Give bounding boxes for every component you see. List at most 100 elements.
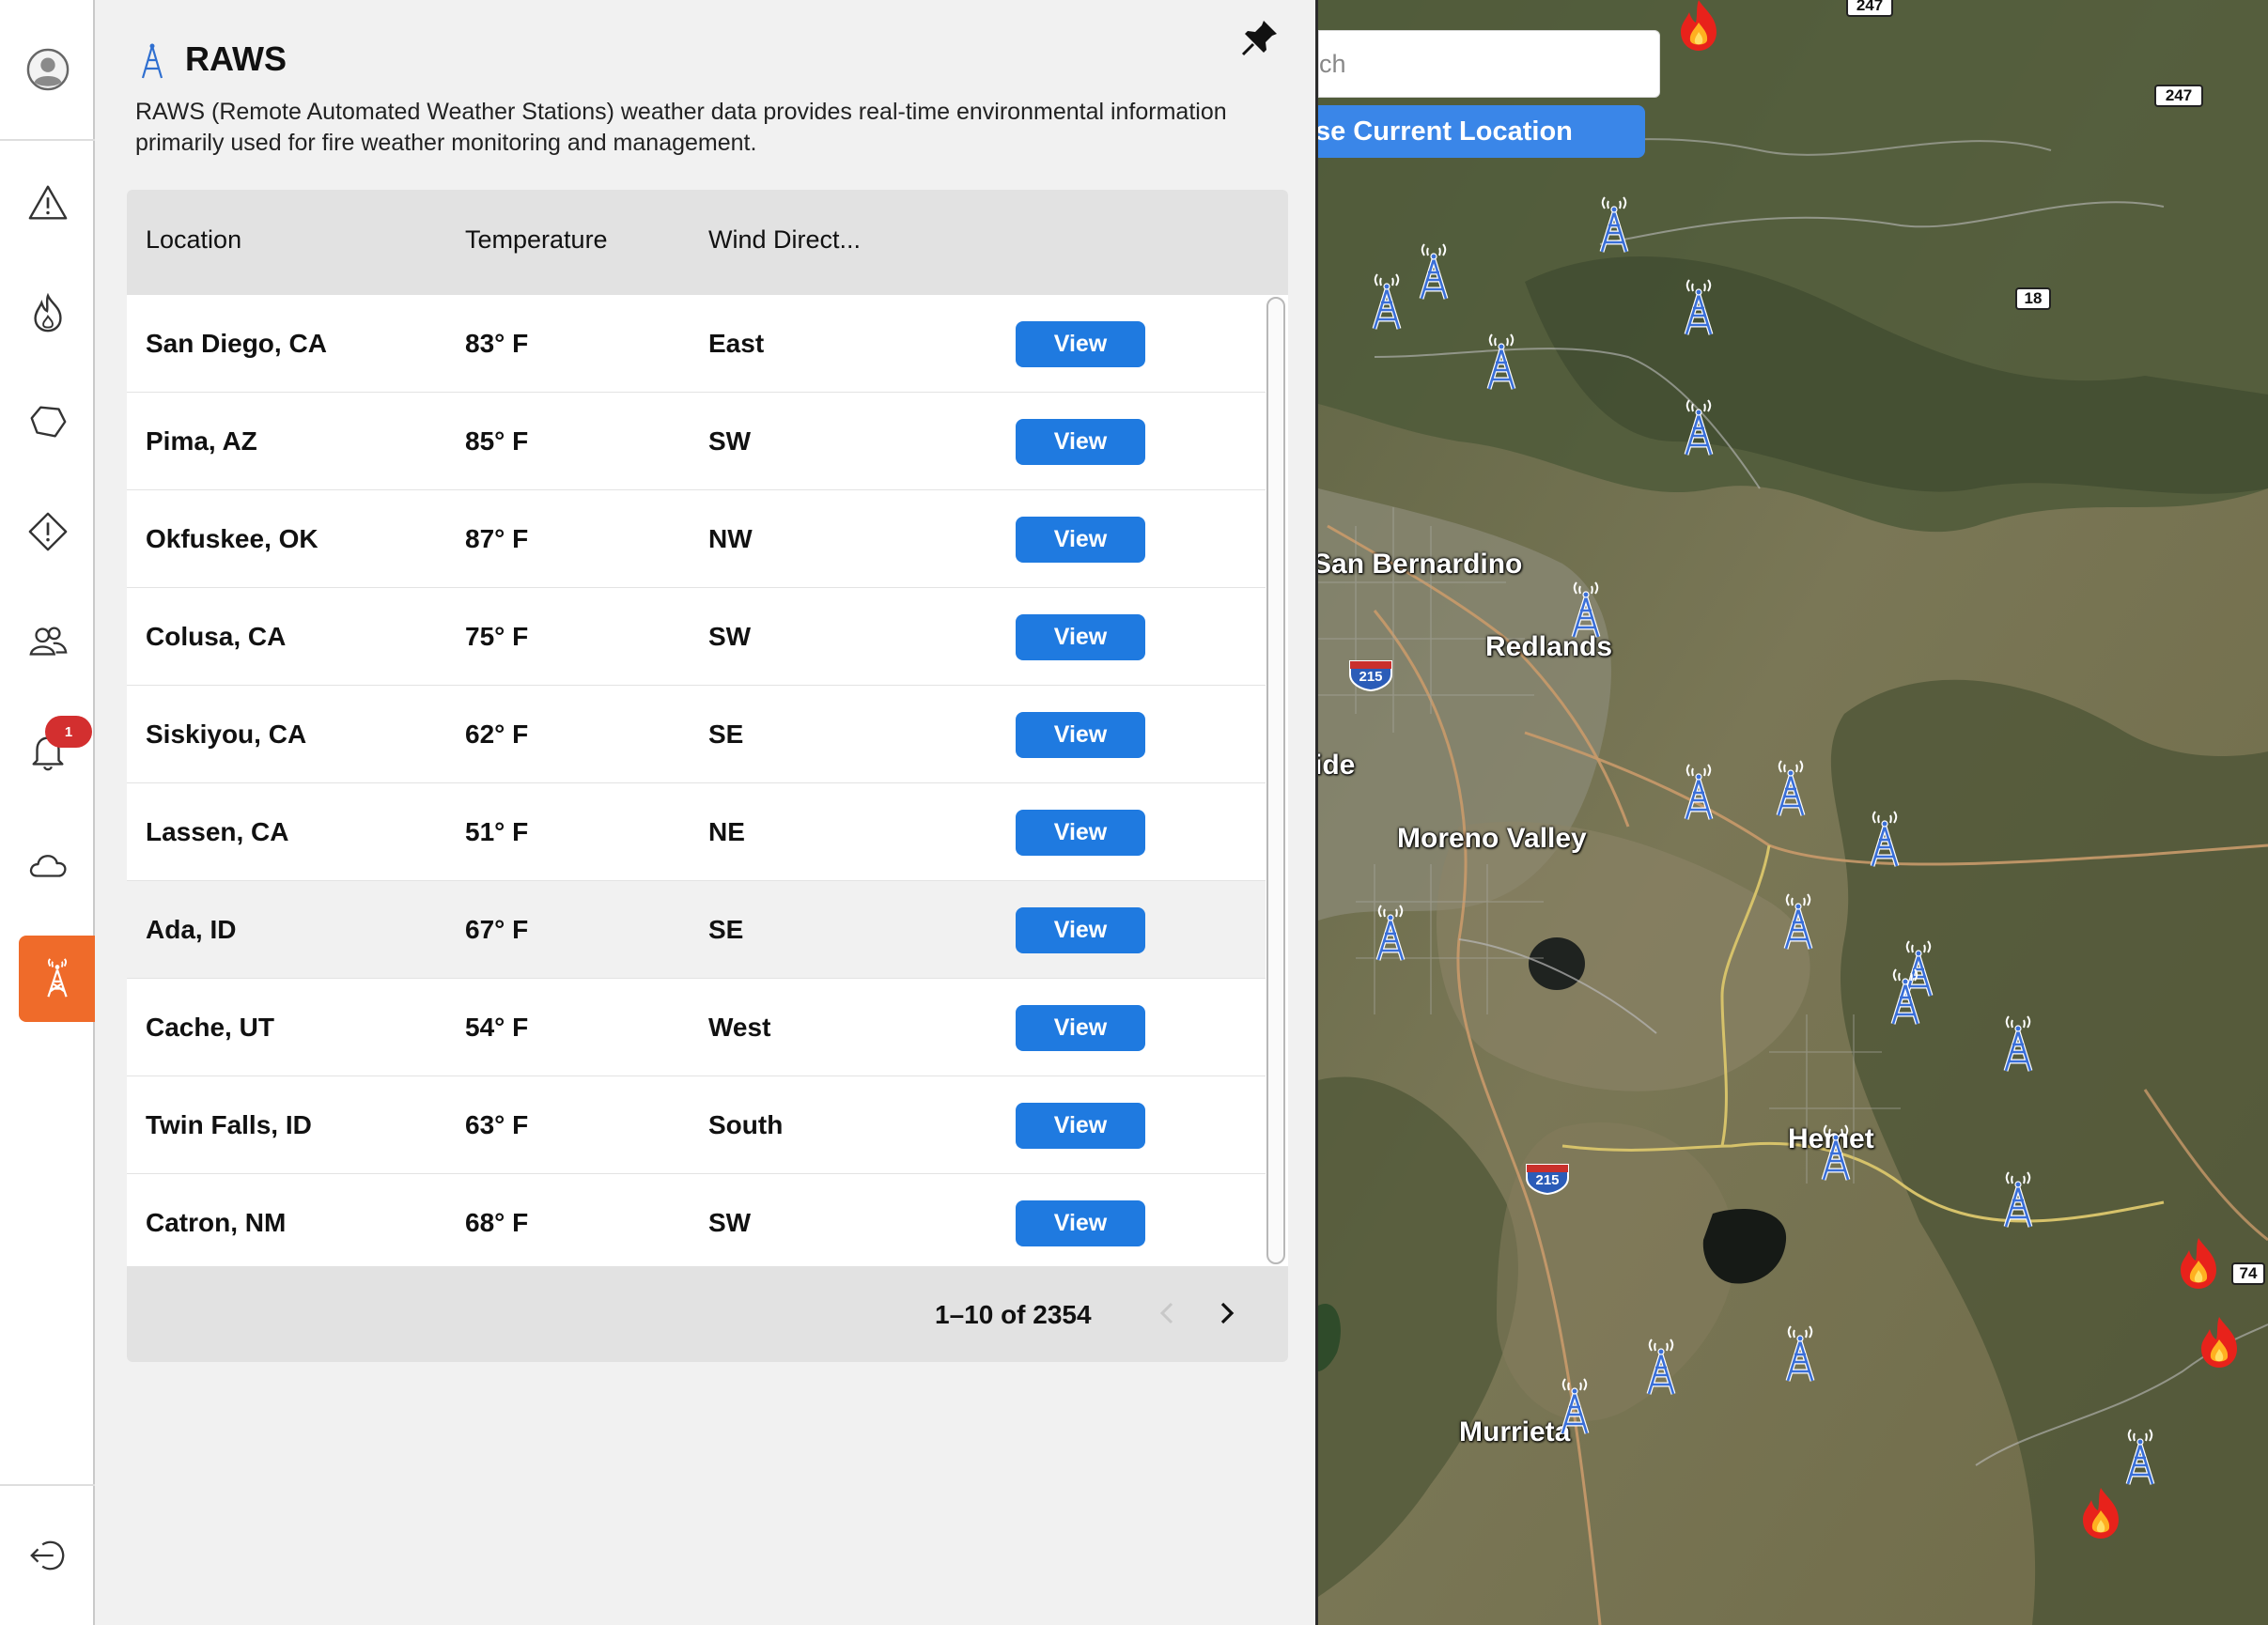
view-station-button[interactable]: View xyxy=(1016,1005,1145,1051)
cell-wind-direction: SW xyxy=(708,622,752,651)
cell-wind-direction: NE xyxy=(708,817,745,846)
raws-station-marker-icon[interactable] xyxy=(1638,1338,1685,1398)
map-view[interactable]: ch Use Current Location San Bernardino R… xyxy=(1318,0,2268,1625)
cell-wind-direction: NW xyxy=(708,524,753,553)
table-row[interactable]: Cache, UT 54° F West View xyxy=(127,979,1266,1076)
column-header-temperature[interactable]: Temperature xyxy=(465,225,608,255)
view-station-button[interactable]: View xyxy=(1016,1103,1145,1149)
raws-station-marker-icon[interactable] xyxy=(1675,398,1722,458)
raws-station-marker-icon[interactable] xyxy=(1478,333,1525,393)
view-station-button[interactable]: View xyxy=(1016,321,1145,367)
nav-raws-button[interactable] xyxy=(19,936,95,1022)
cloud-icon xyxy=(29,855,66,877)
logout-button[interactable] xyxy=(0,1512,95,1599)
cell-wind-direction: East xyxy=(708,329,765,358)
view-station-button[interactable]: View xyxy=(1016,517,1145,563)
use-current-location-button[interactable]: Use Current Location xyxy=(1318,105,1645,158)
cell-location: Lassen, CA xyxy=(146,817,289,846)
raws-station-marker-icon[interactable] xyxy=(2117,1428,2164,1488)
cell-location: Okfuskee, OK xyxy=(146,524,318,553)
raws-station-marker-icon[interactable] xyxy=(1363,272,1410,333)
nav-fires-button[interactable] xyxy=(0,270,95,356)
active-fire-marker-icon[interactable] xyxy=(2077,1486,2124,1540)
raws-station-marker-icon[interactable] xyxy=(1367,904,1414,964)
view-station-button[interactable]: View xyxy=(1016,1200,1145,1246)
polygon-icon xyxy=(30,406,66,438)
raws-tower-icon xyxy=(46,958,68,998)
nav-perimeters-button[interactable] xyxy=(0,379,95,465)
table-row[interactable]: Lassen, CA 51° F NE View xyxy=(127,783,1266,881)
route-shield: 18 xyxy=(2015,287,2051,310)
cell-temperature: 85° F xyxy=(465,426,529,456)
pin-icon[interactable] xyxy=(1239,17,1281,58)
interstate-shield-number: 215 xyxy=(1359,669,1383,685)
cell-location: Pima, AZ xyxy=(146,426,257,456)
nav-warnings-button[interactable] xyxy=(0,488,95,575)
route-shield: 74 xyxy=(2231,1262,2265,1285)
active-fire-marker-icon[interactable] xyxy=(2196,1315,2243,1370)
raws-station-marker-icon[interactable] xyxy=(1675,278,1722,338)
cell-temperature: 68° F xyxy=(465,1208,529,1237)
nav-weather-button[interactable] xyxy=(0,822,95,908)
table-row[interactable]: Twin Falls, ID 63° F South View xyxy=(127,1076,1266,1174)
cell-location: Twin Falls, ID xyxy=(146,1110,312,1139)
raws-station-marker-icon[interactable] xyxy=(1551,1377,1598,1437)
raws-station-marker-icon[interactable] xyxy=(1767,759,1814,819)
active-fire-marker-icon[interactable] xyxy=(1675,0,1722,53)
cell-location: Cache, UT xyxy=(146,1013,274,1042)
view-station-button[interactable]: View xyxy=(1016,907,1145,953)
raws-tower-icon xyxy=(141,43,163,79)
cell-temperature: 62° F xyxy=(465,720,529,749)
raws-station-marker-icon[interactable] xyxy=(1812,1123,1859,1184)
user-avatar-button[interactable] xyxy=(0,26,95,113)
pagination-range: 1–10 of 2354 xyxy=(935,1300,1092,1329)
raws-station-marker-icon[interactable] xyxy=(1995,1170,2042,1230)
raws-station-marker-icon[interactable] xyxy=(1995,1014,2042,1075)
table-row[interactable]: Ada, ID 67° F SE View xyxy=(127,881,1266,979)
cell-wind-direction: SW xyxy=(708,1208,752,1237)
view-station-button[interactable]: View xyxy=(1016,810,1145,856)
table-row[interactable]: Okfuskee, OK 87° F NW View xyxy=(127,490,1266,588)
raws-station-marker-icon[interactable] xyxy=(1777,1324,1824,1385)
table-row[interactable]: Pima, AZ 85° F SW View xyxy=(127,393,1266,490)
raws-station-marker-icon[interactable] xyxy=(1591,195,1638,255)
view-station-button[interactable]: View xyxy=(1016,712,1145,758)
cell-wind-direction: SW xyxy=(708,426,752,456)
cell-location: Colusa, CA xyxy=(146,622,287,651)
column-header-wind-direction[interactable]: Wind Direct... xyxy=(708,225,861,255)
cell-temperature: 51° F xyxy=(465,817,529,846)
warning-diamond-icon xyxy=(28,512,67,551)
route-shield: 247 xyxy=(2154,85,2203,107)
cell-temperature: 54° F xyxy=(465,1013,529,1042)
raws-station-marker-icon[interactable] xyxy=(1410,242,1457,302)
raws-station-marker-icon[interactable] xyxy=(1775,892,1822,952)
route-shield: 247 xyxy=(1846,0,1893,17)
location-search-input[interactable]: ch xyxy=(1318,30,1660,98)
raws-station-marker-icon[interactable] xyxy=(1882,967,1929,1028)
table-row[interactable]: Colusa, CA 75° F SW View xyxy=(127,588,1266,686)
table-pagination: 1–10 of 2354 xyxy=(127,1266,1288,1362)
nav-alerts-button[interactable] xyxy=(0,160,95,246)
column-header-location[interactable]: Location xyxy=(146,225,241,255)
cell-wind-direction: South xyxy=(708,1110,784,1139)
table-row[interactable]: Siskiyou, CA 62° F SE View xyxy=(127,686,1266,783)
table-row[interactable]: San Diego, CA 83° F East View xyxy=(127,295,1266,393)
view-station-button[interactable]: View xyxy=(1016,419,1145,465)
chevron-right-icon[interactable] xyxy=(1207,1294,1245,1332)
use-current-location-label: Use Current Location xyxy=(1318,116,1573,147)
cell-temperature: 83° F xyxy=(465,329,529,358)
chevron-left-icon[interactable] xyxy=(1149,1294,1187,1332)
alert-triangle-icon xyxy=(28,185,67,220)
active-fire-marker-icon[interactable] xyxy=(2175,1236,2222,1291)
nav-groups-button[interactable] xyxy=(0,598,95,685)
raws-station-marker-icon[interactable] xyxy=(1562,580,1609,641)
rail-divider xyxy=(0,139,95,141)
raws-panel: RAWS RAWS (Remote Automated Weather Stat… xyxy=(95,0,1318,1625)
cell-wind-direction: SE xyxy=(708,915,744,944)
table-scrollbar-thumb[interactable] xyxy=(1266,297,1285,1264)
view-station-button[interactable]: View xyxy=(1016,614,1145,660)
raws-station-marker-icon[interactable] xyxy=(1861,810,1908,870)
interstate-shield-number: 215 xyxy=(1535,1172,1560,1188)
raws-station-marker-icon[interactable] xyxy=(1675,763,1722,823)
table-row[interactable]: Catron, NM 68° F SW View xyxy=(127,1174,1266,1272)
